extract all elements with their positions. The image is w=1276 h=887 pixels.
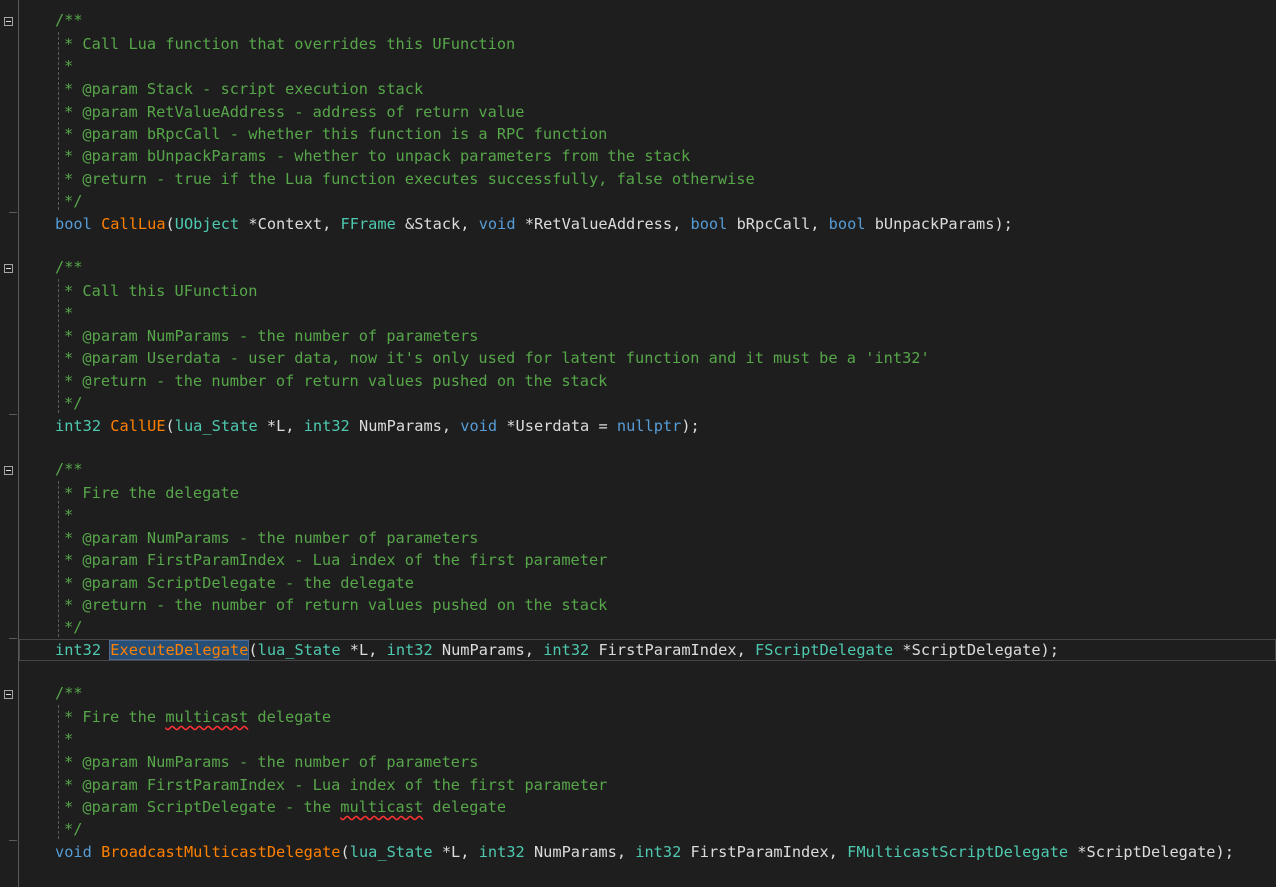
collapse-minus-icon[interactable] xyxy=(4,690,13,699)
text-token: ( xyxy=(165,417,175,435)
text-token: ( xyxy=(340,843,350,861)
comment-text: /** xyxy=(55,460,83,478)
fold-end-marker xyxy=(9,638,17,639)
comment-text: /** xyxy=(55,258,83,276)
type-token[interactable]: FMulticastScriptDelegate xyxy=(847,843,1068,861)
text-token: *L, xyxy=(340,641,387,659)
comment-indent-guide xyxy=(58,705,59,839)
text-token: NumParams, xyxy=(432,641,544,659)
keyword-token: nullptr xyxy=(616,417,682,435)
comment-text: * @param bRpcCall - whether this functio… xyxy=(64,125,608,143)
collapse-minus-icon[interactable] xyxy=(4,17,13,26)
type-token[interactable]: FFrame xyxy=(341,215,396,233)
text-token: *ScriptDelegate); xyxy=(893,641,1059,659)
keyword-token: bool xyxy=(55,215,92,233)
text-token: *Context, xyxy=(239,215,341,233)
comment-indent-guide xyxy=(58,279,59,413)
comment-text: * Fire the delegate xyxy=(64,484,239,502)
comment-text: * Call Lua function that overrides this … xyxy=(64,35,516,53)
type-token[interactable]: int32 xyxy=(543,641,589,659)
text-token: *Userdata = xyxy=(497,417,617,435)
comment-text: */ xyxy=(64,192,83,210)
comment-text: * @param FirstParamIndex - Lua index of … xyxy=(64,551,608,569)
keyword-token: void xyxy=(55,843,92,861)
comment-text: * @param NumParams - the number of param… xyxy=(64,327,479,345)
type-token[interactable]: lua_State xyxy=(350,843,433,861)
type-token[interactable]: int32 xyxy=(387,641,433,659)
keyword-token: void xyxy=(460,417,498,435)
text-token: NumParams, xyxy=(349,417,461,435)
text-token: *L, xyxy=(432,843,479,861)
keyword-token: bool xyxy=(690,215,728,233)
comment-text: * @param Userdata - user data, now it's … xyxy=(64,349,930,367)
keyword-token: void xyxy=(478,215,516,233)
type-token[interactable]: int32 xyxy=(479,843,525,861)
comment-text: */ xyxy=(64,820,83,838)
type-token[interactable]: int32 xyxy=(55,417,101,435)
comment-text: * @param ScriptDelegate - the delegate xyxy=(64,574,414,592)
comment-text: * xyxy=(64,506,74,524)
comment-text: * Call this UFunction xyxy=(64,282,258,300)
comment-text: * xyxy=(64,57,74,75)
function-name-token[interactable]: CallUE xyxy=(110,417,165,435)
comment-text: delegate xyxy=(248,708,332,726)
type-token[interactable]: lua_State xyxy=(175,417,258,435)
fold-end-marker xyxy=(9,840,17,841)
text-token: bUnpackParams); xyxy=(865,215,1013,233)
text-token: ( xyxy=(165,215,175,233)
comment-text: delegate xyxy=(423,798,507,816)
comment-text: * @param FirstParamIndex - Lua index of … xyxy=(64,776,608,794)
text-token: &Stack, xyxy=(395,215,479,233)
text-token: NumParams, xyxy=(524,843,636,861)
collapse-minus-icon[interactable] xyxy=(4,264,13,273)
text-token: FirstParamIndex, xyxy=(589,641,756,659)
text-token: ( xyxy=(248,641,258,659)
type-token[interactable]: FScriptDelegate xyxy=(755,641,893,659)
type-token[interactable]: UObject xyxy=(175,215,239,233)
keyword-token: bool xyxy=(828,215,866,233)
comment-text: * @param NumParams - the number of param… xyxy=(64,529,479,547)
comment-text: * @param Stack - script execution stack xyxy=(64,80,424,98)
comment-text: * Fire the xyxy=(64,708,166,726)
type-token[interactable]: lua_State xyxy=(258,641,341,659)
comment-text: * @return - the number of return values … xyxy=(64,596,608,614)
type-token[interactable]: int32 xyxy=(304,417,350,435)
text-token: FirstParamIndex, xyxy=(681,843,848,861)
comment-text: * xyxy=(64,730,74,748)
type-token[interactable]: int32 xyxy=(55,641,101,659)
comment-text: * @param ScriptDelegate - the xyxy=(64,798,341,816)
comment-text: * @param NumParams - the number of param… xyxy=(64,753,479,771)
fold-end-marker xyxy=(9,212,17,213)
misspelled-word[interactable]: multicast xyxy=(340,798,423,816)
text-token: *ScriptDelegate); xyxy=(1068,843,1234,861)
comment-text: * @return - true if the Lua function exe… xyxy=(64,170,755,188)
fold-end-marker xyxy=(9,414,17,415)
misspelled-word[interactable]: multicast xyxy=(165,708,248,726)
comment-text: * @param bUnpackParams - whether to unpa… xyxy=(64,147,691,165)
comment-indent-guide xyxy=(58,32,59,210)
text-token: *L, xyxy=(257,417,304,435)
function-name-token[interactable]: BroadcastMulticastDelegate xyxy=(101,843,340,861)
code-editor[interactable]: /** * Call Lua function that overrides t… xyxy=(0,0,1276,887)
comment-text: * xyxy=(64,304,74,322)
text-token: *RetValueAddress, xyxy=(515,215,691,233)
collapse-minus-icon[interactable] xyxy=(4,466,13,475)
text-token: bRpcCall, xyxy=(727,215,829,233)
comment-text: * @return - the number of return values … xyxy=(64,372,608,390)
comment-text: /** xyxy=(55,684,83,702)
function-name-token[interactable]: CallLua xyxy=(101,215,165,233)
text-token: ); xyxy=(681,417,700,435)
comment-text: * @param RetValueAddress - address of re… xyxy=(64,103,525,121)
comment-indent-guide xyxy=(58,481,59,637)
selected-function-name-token[interactable]: ExecuteDelegate xyxy=(109,640,250,660)
outlining-margin xyxy=(18,0,19,887)
comment-text: */ xyxy=(64,618,83,636)
comment-text: */ xyxy=(64,394,83,412)
comment-text: /** xyxy=(55,11,83,29)
type-token[interactable]: int32 xyxy=(635,843,681,861)
